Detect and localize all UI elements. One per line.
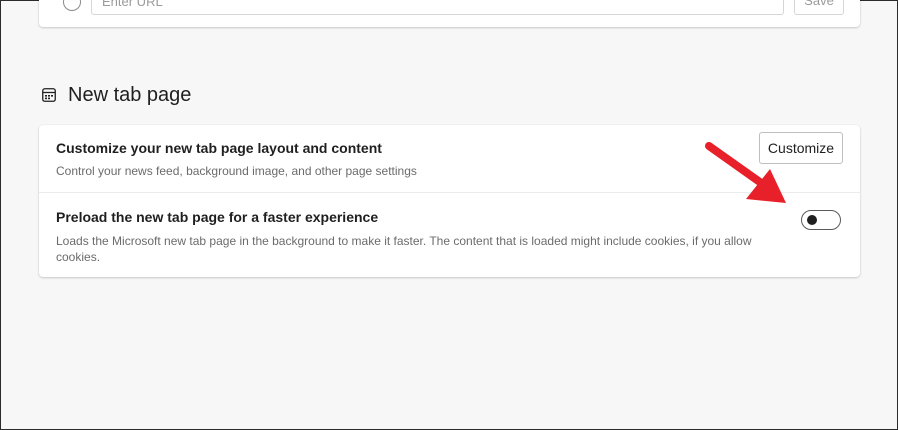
preload-toggle[interactable] bbox=[801, 210, 841, 230]
toggle-knob bbox=[807, 215, 817, 225]
red-arrow-icon bbox=[705, 142, 786, 203]
customize-setting-description: Control your news feed, background image… bbox=[56, 164, 417, 178]
custom-url-card: Enter URL Save bbox=[39, 0, 860, 27]
custom-url-radio[interactable] bbox=[63, 0, 81, 11]
url-input[interactable]: Enter URL bbox=[91, 0, 784, 15]
save-button[interactable]: Save bbox=[794, 0, 844, 15]
new-tab-page-icon bbox=[42, 88, 56, 102]
section-title: New tab page bbox=[68, 83, 192, 106]
preload-setting-title: Preload the new tab page for a faster ex… bbox=[56, 209, 379, 225]
customize-setting-title: Customize your new tab page layout and c… bbox=[56, 140, 382, 156]
preload-setting-description: Loads the Microsoft new tab page in the … bbox=[56, 234, 752, 264]
section-header: New tab page bbox=[42, 83, 191, 107]
